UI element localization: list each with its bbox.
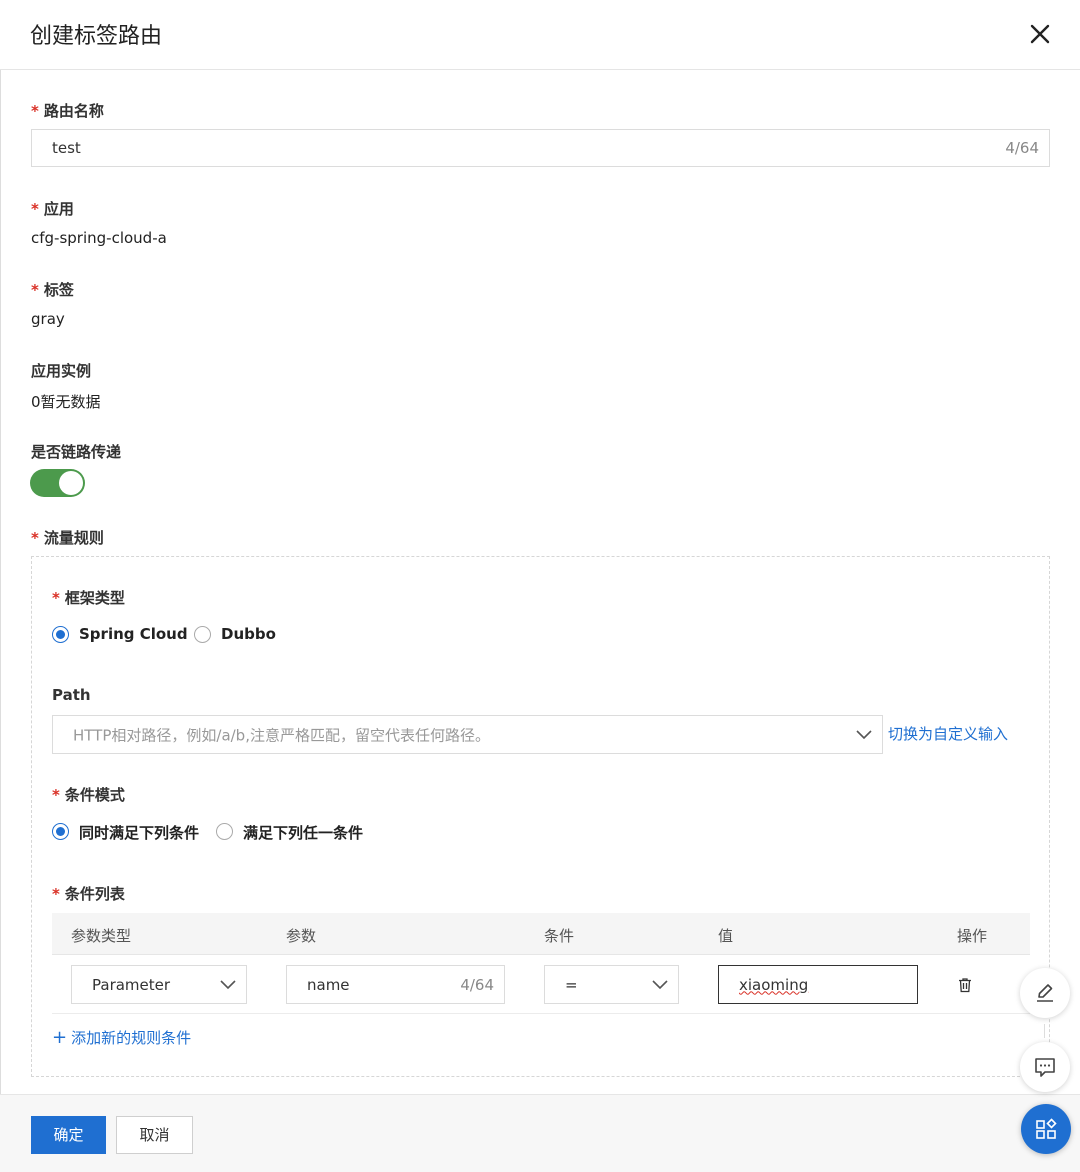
drawer-header: 创建标签路由 — [0, 0, 1080, 70]
row-divider — [52, 1013, 1030, 1014]
param-input[interactable]: name 4/64 — [286, 965, 505, 1004]
column-actions: 操作 — [957, 927, 988, 945]
close-icon[interactable] — [1022, 16, 1058, 52]
chevron-down-icon — [652, 980, 668, 990]
chat-icon — [1035, 1058, 1055, 1077]
drawer-title: 创建标签路由 — [30, 24, 163, 49]
framework-label: * 框架类型 — [52, 589, 125, 607]
chain-toggle[interactable] — [30, 469, 85, 497]
toggle-knob — [59, 471, 83, 495]
route-name-counter: 4/64 — [1005, 139, 1039, 157]
float-divider — [1044, 1024, 1045, 1038]
trash-icon[interactable] — [957, 977, 973, 993]
radio-spring-cloud[interactable] — [52, 626, 69, 643]
column-value: 值 — [718, 927, 734, 945]
param-counter: 4/64 — [460, 975, 494, 994]
column-param: 参数 — [286, 927, 317, 945]
apps-grid-icon — [1036, 1118, 1057, 1139]
radio-match-all-label[interactable]: 同时满足下列条件 — [79, 822, 199, 843]
chevron-down-icon — [220, 980, 236, 990]
app-label: * 应用 — [31, 200, 74, 218]
column-condition: 条件 — [544, 927, 575, 945]
radio-spring-cloud-label[interactable]: Spring Cloud — [79, 625, 188, 643]
param-type-select[interactable]: Parameter — [71, 965, 247, 1004]
condition-list-label: * 条件列表 — [52, 885, 125, 903]
radio-match-any-label[interactable]: 满足下列任一条件 — [243, 822, 363, 843]
drawer-edge — [0, 70, 1, 1100]
condition-table-header: 参数类型 参数 条件 值 操作 — [52, 913, 1030, 955]
feedback-float-button[interactable] — [1020, 1042, 1070, 1092]
param-type-value: Parameter — [92, 975, 171, 994]
chevron-down-icon — [856, 730, 872, 740]
radio-dubbo-label[interactable]: Dubbo — [221, 625, 276, 643]
app-value: cfg-spring-cloud-a — [31, 229, 167, 247]
radio-dubbo[interactable] — [194, 626, 211, 643]
route-name-label: * 路由名称 — [31, 102, 104, 120]
instances-value: 0暂无数据 — [31, 393, 101, 411]
edit-float-button[interactable] — [1020, 968, 1070, 1018]
value-text: xiaoming — [739, 975, 809, 994]
radio-match-all[interactable] — [52, 823, 69, 840]
param-value: name — [307, 975, 350, 994]
confirm-button[interactable]: 确定 — [31, 1116, 106, 1154]
condition-mode-label: * 条件模式 — [52, 786, 125, 804]
route-name-input[interactable]: test 4/64 — [31, 129, 1050, 167]
value-input[interactable]: xiaoming — [718, 965, 918, 1004]
cancel-button[interactable]: 取消 — [116, 1116, 193, 1154]
instances-label: 应用实例 — [31, 362, 92, 380]
traffic-rules-label: * 流量规则 — [31, 529, 104, 547]
path-select[interactable]: HTTP相对路径，例如/a/b,注意严格匹配，留空代表任何路径。 — [52, 715, 883, 754]
operator-select[interactable]: = — [544, 965, 679, 1004]
route-name-value: test — [52, 139, 81, 157]
tag-value: gray — [31, 310, 65, 328]
apps-float-button[interactable] — [1021, 1104, 1071, 1154]
path-label: Path — [52, 686, 91, 704]
path-placeholder: HTTP相对路径，例如/a/b,注意严格匹配，留空代表任何路径。 — [73, 726, 490, 744]
radio-match-any[interactable] — [216, 823, 233, 840]
operator-value: = — [565, 975, 578, 994]
switch-custom-input-link[interactable]: 切换为自定义输入 — [888, 723, 1008, 744]
add-condition-link[interactable]: + 添加新的规则条件 — [52, 1027, 191, 1048]
pen-icon — [1037, 984, 1053, 1002]
chain-label: 是否链路传递 — [31, 443, 122, 461]
tag-label: * 标签 — [31, 281, 74, 299]
plus-icon: + — [52, 1027, 68, 1048]
column-param-type: 参数类型 — [71, 927, 132, 945]
